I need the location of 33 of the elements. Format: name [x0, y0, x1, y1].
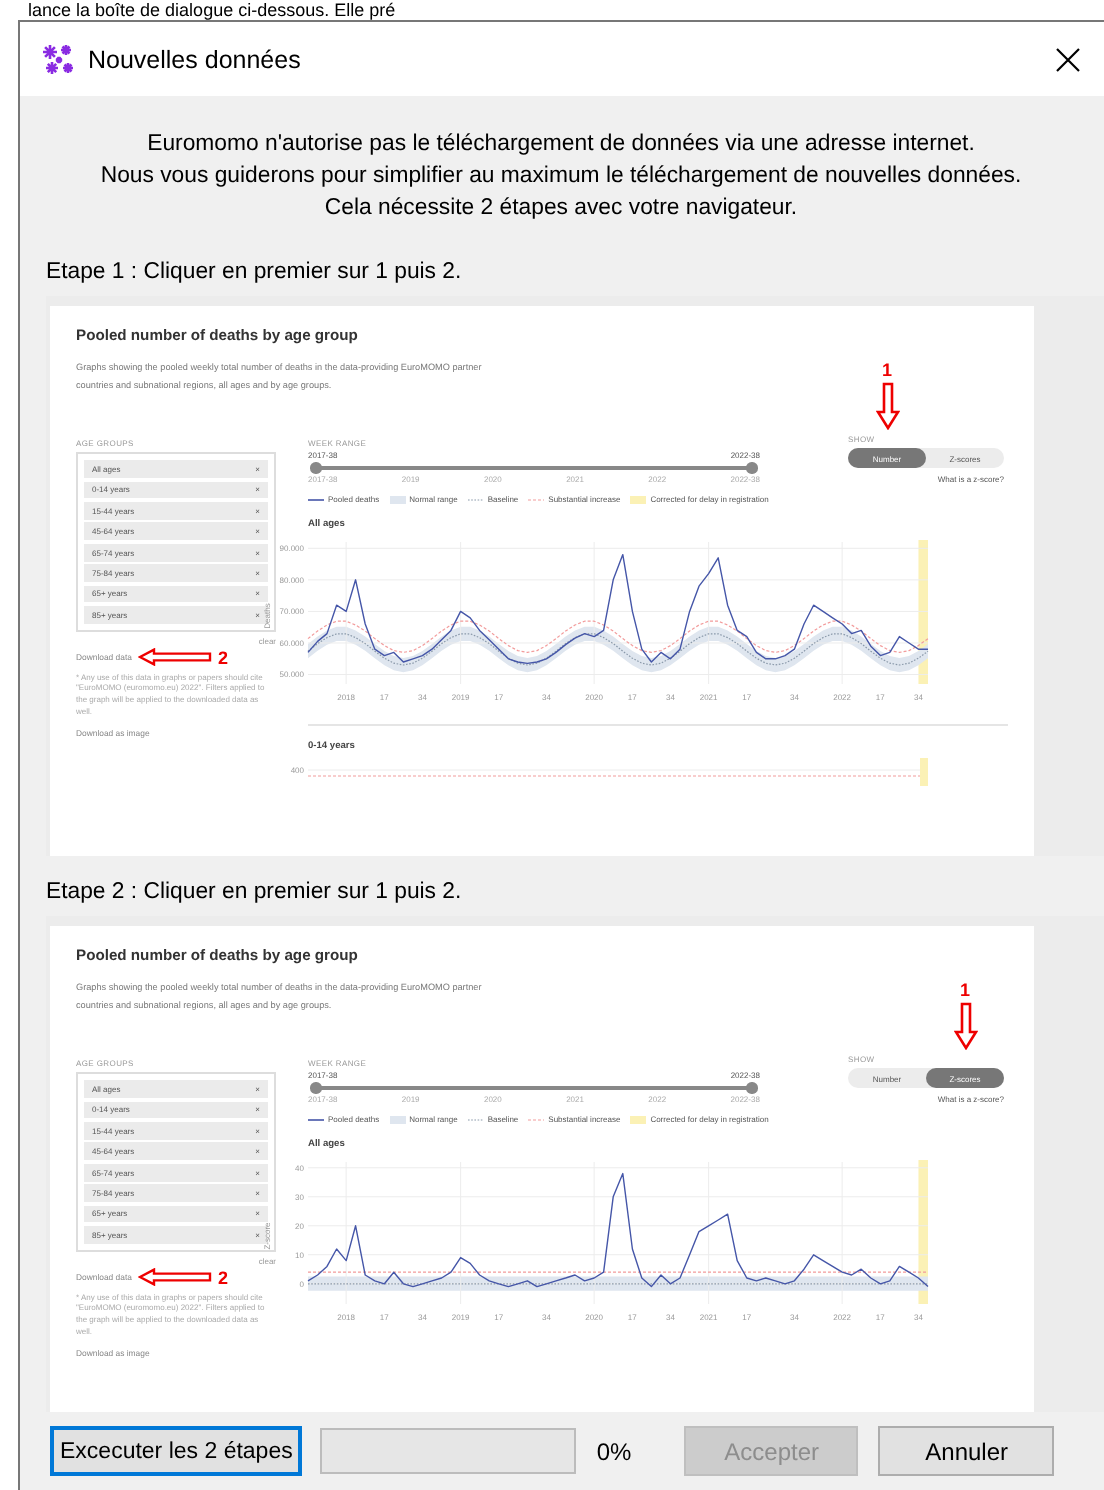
legend-swatch-icon	[389, 495, 406, 504]
sparkles-icon	[40, 41, 76, 77]
legend-swatch-icon	[630, 495, 647, 504]
legend-swatch-icon	[389, 1115, 406, 1124]
legend-swatch-icon	[467, 495, 484, 504]
arrow-icon	[875, 382, 899, 431]
legend-swatch-icon	[528, 1115, 545, 1124]
cancel-button[interactable]: Annuler	[878, 1426, 1055, 1476]
arrow-icon	[137, 648, 214, 667]
slider-handle[interactable]	[746, 1082, 758, 1094]
step-number: 1	[881, 360, 892, 381]
legend-swatch-icon	[308, 495, 324, 504]
background-text: lance la boîte de dialogue ci-dessous. Elle pré	[26, 0, 398, 20]
step-number: 1	[959, 980, 970, 1001]
legend-swatch-icon	[630, 1115, 647, 1124]
progress-reading: 0%	[596, 1437, 634, 1465]
step-label: Etape 2 : Cliquer en premier sur 1 puis 2.	[46, 880, 464, 904]
slider-handle[interactable]	[310, 1082, 322, 1094]
step-number: 2	[217, 647, 228, 668]
step-label: Etape 1 : Cliquer en premier sur 1 puis 2.	[46, 260, 464, 284]
slider-handle[interactable]	[310, 462, 322, 474]
intro-text: Euromomo n'autorise pas le téléchargement de données via une adresse internet. Nous vous guiderons pour simplifier au maximum le téléchargement de nouvelles données. Cela nécessite 2 étapes avec votre navigateur.	[98, 130, 1024, 224]
close-icon[interactable]	[1056, 47, 1080, 71]
legend-swatch-icon	[467, 1115, 484, 1124]
arrow-icon	[137, 1268, 214, 1287]
delay-highlight	[920, 758, 928, 787]
run-steps-button[interactable]: Excecuter les 2 étapes	[50, 1426, 303, 1476]
legend-swatch-icon	[308, 1115, 324, 1124]
arrow-icon	[953, 1002, 977, 1051]
slider-handle[interactable]	[746, 462, 758, 474]
window-title: Nouvelles données	[88, 45, 301, 73]
legend-swatch-icon	[528, 495, 545, 504]
step-number: 2	[217, 1267, 228, 1288]
